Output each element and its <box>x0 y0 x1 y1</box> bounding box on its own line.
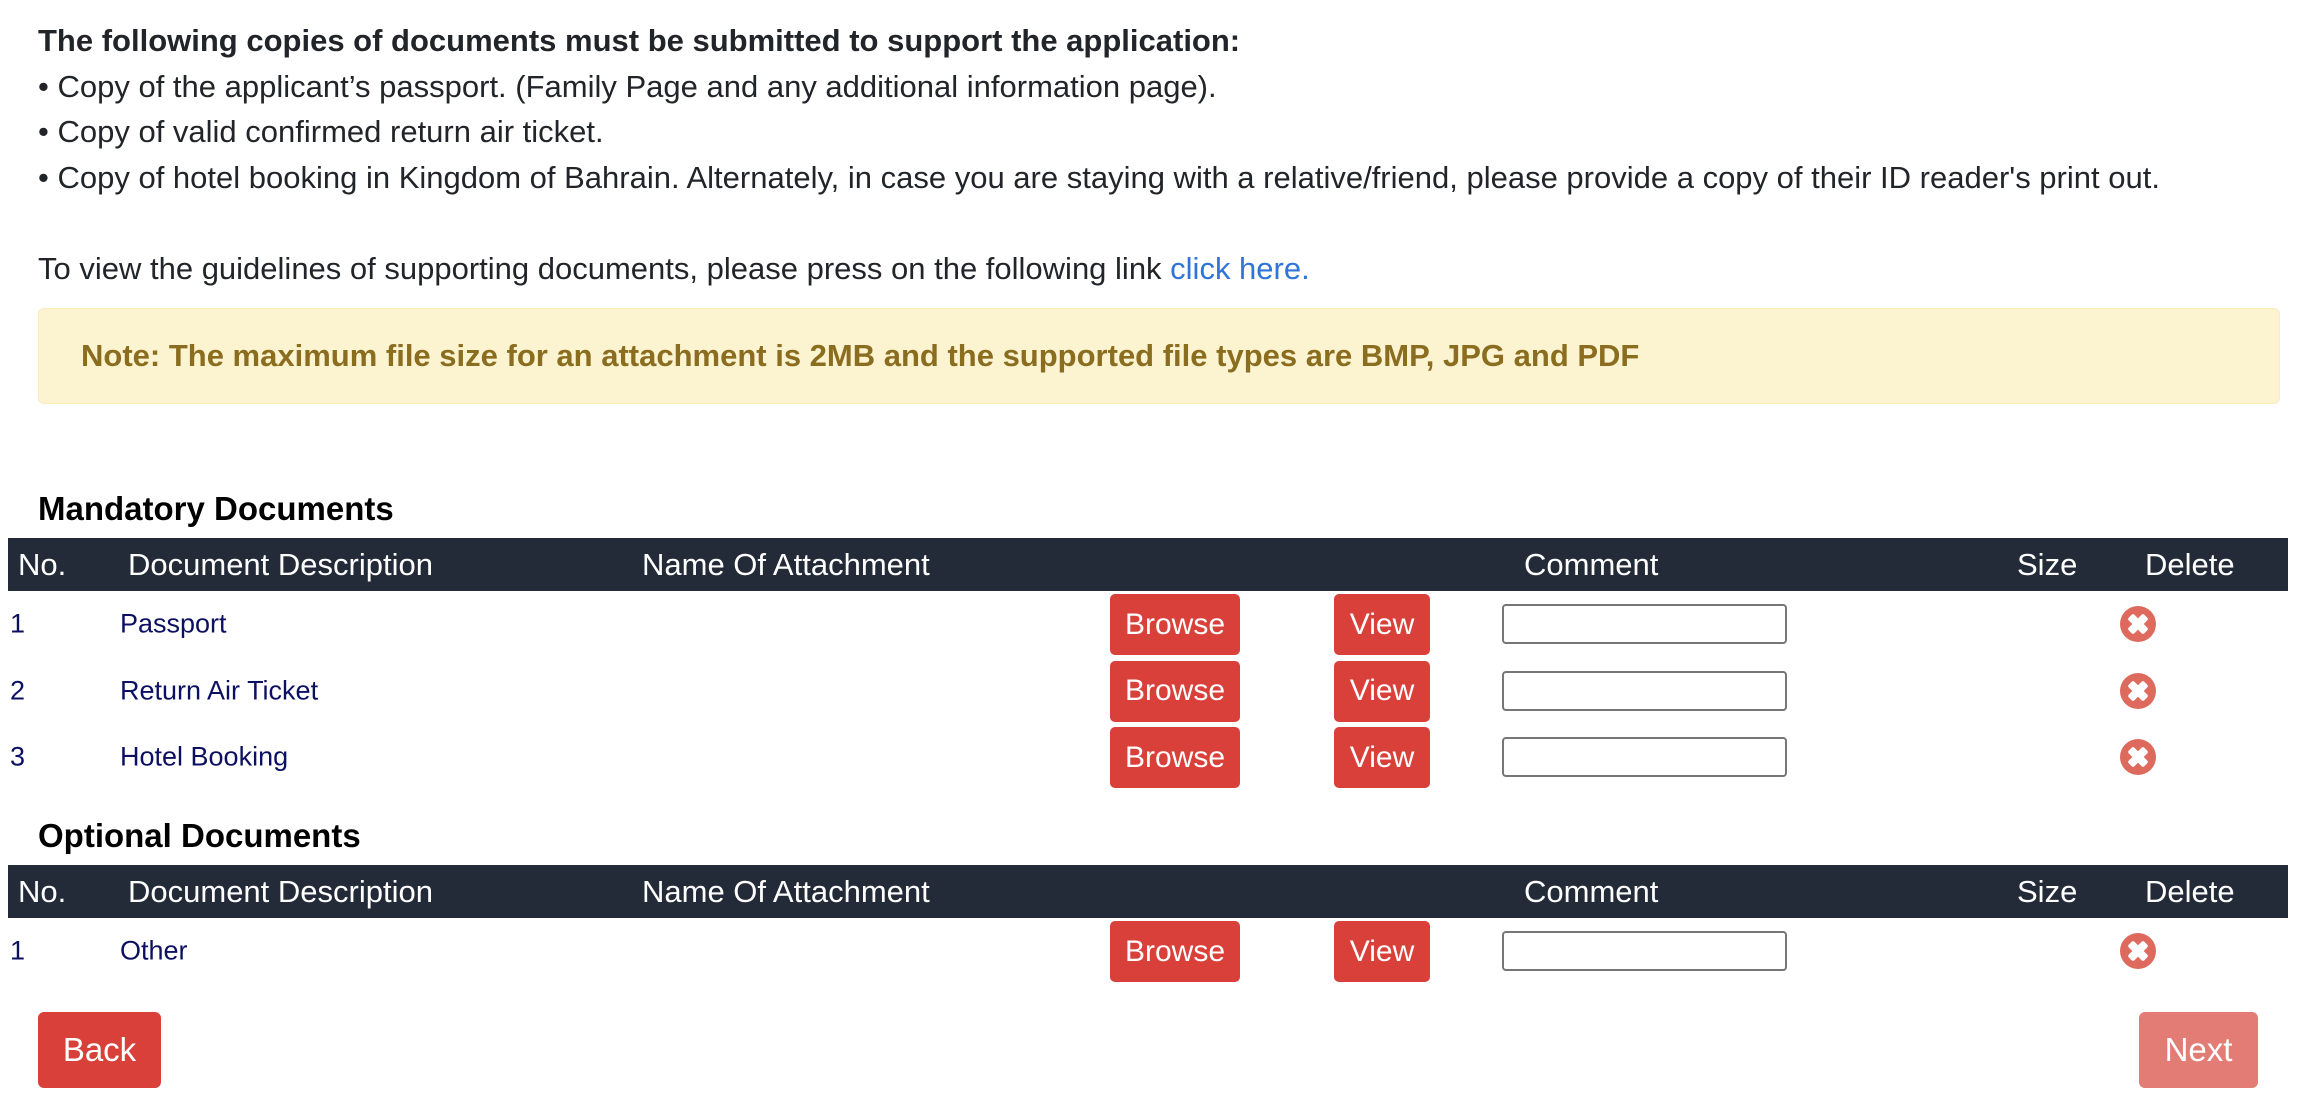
delete-circle-x-icon[interactable] <box>2120 739 2156 775</box>
view-button[interactable]: View <box>1334 660 1430 722</box>
document-description: Passport <box>120 608 227 639</box>
optional-documents-table: No. Document Description Name Of Attachm… <box>8 865 2288 985</box>
comment-input[interactable] <box>1502 737 1787 777</box>
browse-button[interactable]: Browse <box>1110 660 1240 722</box>
table-header: No. Document Description Name Of Attachm… <box>8 538 2288 591</box>
column-header-comment: Comment <box>1524 873 1659 909</box>
table-row: 3 Hotel Booking Browse View <box>8 724 2288 791</box>
row-number: 2 <box>10 675 26 706</box>
delete-circle-x-icon[interactable] <box>2120 672 2156 709</box>
file-size-note: Note: The maximum file size for an attac… <box>38 308 2280 404</box>
column-header-size: Size <box>2017 873 2078 909</box>
row-number: 3 <box>10 741 26 772</box>
optional-documents-title: Optional Documents <box>38 817 361 854</box>
document-description: Return Air Ticket <box>120 675 319 706</box>
browse-button[interactable]: Browse <box>1110 594 1240 655</box>
view-button[interactable]: View <box>1334 594 1430 655</box>
mandatory-documents-title: Mandatory Documents <box>38 490 394 527</box>
delete-circle-x-icon[interactable] <box>2120 606 2156 642</box>
table-row: 1 Passport Browse View <box>8 591 2288 658</box>
guideline-line: To view the guidelines of supporting doc… <box>38 246 2160 292</box>
document-description: Hotel Booking <box>120 741 289 772</box>
view-button[interactable]: View <box>1334 921 1430 982</box>
document-description: Other <box>120 935 188 966</box>
instruction-bullet: • Copy of the applicant’s passport. (Fam… <box>38 68 1217 104</box>
next-button[interactable]: Next <box>2139 1012 2258 1088</box>
comment-input[interactable] <box>1502 604 1787 644</box>
row-number: 1 <box>10 608 26 639</box>
column-header-description: Document Description <box>128 546 433 582</box>
mandatory-rows: 1 Passport Browse View 2 Return Air Tick… <box>8 591 2288 791</box>
instruction-bullet: • Copy of valid confirmed return air tic… <box>38 114 604 149</box>
table-row: 2 Return Air Ticket Browse View <box>8 658 2288 725</box>
column-header-description: Document Description <box>128 873 433 909</box>
column-header-attachment: Name Of Attachment <box>642 546 930 582</box>
view-button[interactable]: View <box>1334 727 1430 788</box>
comment-input[interactable] <box>1502 931 1787 971</box>
delete-circle-x-icon[interactable] <box>2120 933 2156 969</box>
mandatory-documents-table: No. Document Description Name Of Attachm… <box>8 538 2288 791</box>
browse-button[interactable]: Browse <box>1110 727 1240 788</box>
column-header-delete: Delete <box>2145 546 2235 582</box>
column-header-size: Size <box>2017 546 2078 582</box>
comment-input[interactable] <box>1502 670 1787 711</box>
column-header-comment: Comment <box>1524 546 1659 582</box>
table-header: No. Document Description Name Of Attachm… <box>8 865 2288 918</box>
guidelines-link[interactable]: click here. <box>1170 251 1310 286</box>
instructions-title: The following copies of documents must b… <box>38 23 1241 58</box>
instruction-bullet: • Copy of hotel booking in Kingdom of Ba… <box>38 159 2160 195</box>
column-header-no: No. <box>18 873 67 909</box>
back-button[interactable]: Back <box>38 1012 161 1088</box>
instructions: The following copies of documents must b… <box>38 18 2160 291</box>
table-row: 1 Other Browse View <box>8 918 2288 985</box>
row-number: 1 <box>10 935 26 966</box>
column-header-attachment: Name Of Attachment <box>642 873 930 909</box>
guideline-text: To view the guidelines of supporting doc… <box>38 250 1171 286</box>
column-header-no: No. <box>18 546 67 582</box>
browse-button[interactable]: Browse <box>1110 921 1240 982</box>
column-header-delete: Delete <box>2145 873 2235 909</box>
